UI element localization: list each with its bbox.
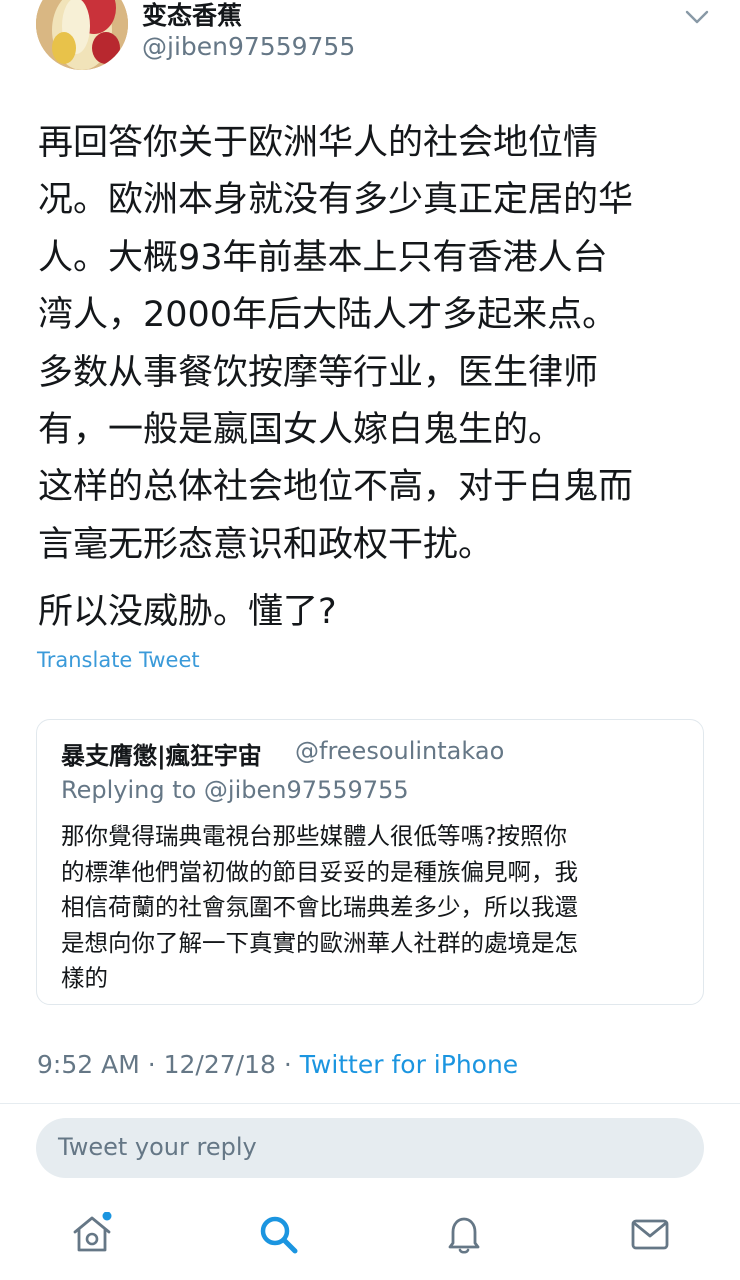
notifications-bell-icon[interactable] [442,1212,486,1256]
quoted-author-handle: @freesoulintakao [295,737,505,765]
tweet-body: 再回答你关于欧洲华人的社会地位情 况。欧洲本身就没有多少真正定居的华 人。大概9… [38,115,718,642]
tweet-line: 多数从事餐饮按摩等行业，医生律师 [38,352,599,393]
home-icon[interactable] [70,1212,114,1256]
tweet-source-link[interactable]: Twitter for iPhone [300,1050,518,1079]
meta-separator: · [275,1050,300,1079]
tweet-line: 言毫无形态意识和政权干扰。 [38,524,494,565]
banana-avatar-icon [36,0,128,70]
search-icon[interactable] [256,1212,300,1256]
reply-placeholder: Tweet your reply [58,1133,257,1161]
chevron-down-icon[interactable] [684,4,710,30]
divider [0,1103,740,1104]
tweet-date: 12/27/18 [163,1050,276,1079]
tweet-line: 湾人，2000年后大陆人才多起来点。 [38,295,618,336]
translate-tweet-link[interactable]: Translate Tweet [37,648,200,672]
quoted-line: 那你覺得瑞典電視台那些媒體人很低等嗎?按照你 [61,822,567,850]
notification-dot [102,1212,112,1221]
tweet-line: 有，一般是嬴国女人嫁白鬼生的。 [38,410,564,451]
quoted-tweet-card[interactable]: 暴支膺懲|瘋狂宇宙 @freesoulintakao Replying to @… [36,719,704,1005]
meta-separator: · [139,1050,164,1079]
tweet-line: 人。大概93年前基本上只有香港人台 [38,237,608,278]
reply-input[interactable]: Tweet your reply [36,1118,704,1178]
tweet-time: 9:52 AM [37,1050,140,1079]
bottom-tab-bar [0,1198,740,1280]
author-avatar[interactable] [36,0,128,70]
quoted-line: 相信荷蘭的社會氛圍不會比瑞典差多少，所以我還 [61,893,578,921]
tweet-line: 再回答你关于欧洲华人的社会地位情 [38,123,599,163]
author-handle[interactable]: @jiben97559755 [142,32,355,61]
messages-envelope-icon[interactable] [628,1212,672,1256]
tweet-closing: 所以没威胁。懂了? [38,592,337,633]
quoted-line: 的標準他們當初做的節目妥妥的是種族偏見啊，我 [61,857,578,886]
author-name[interactable]: 变态香蕉 [142,0,242,32]
tweet-line: 况。欧洲本身就没有多少真正定居的华 [38,180,634,221]
replying-to-label: Replying to @jiben97559755 [61,776,409,804]
tweet-paragraph: 再回答你关于欧洲华人的社会地位情 况。欧洲本身就没有多少真正定居的华 人。大概9… [38,115,718,574]
quoted-tweet-text: 那你覺得瑞典電視台那些媒體人很低等嗎?按照你 的標準他們當初做的節目妥妥的是種族… [61,819,681,997]
tweet-metadata: 9:52 AM · 12/27/18 · Twitter for iPhone [37,1050,518,1079]
tweet-line: 这样的总体社会地位不高，对于白鬼而 [38,467,634,508]
quoted-line: 是想向你了解一下真實的歐洲華人社群的處境是怎 [61,928,578,957]
quoted-line: 樣的 [61,964,108,992]
tweet-header: 变态香蕉 @jiben97559755 [0,0,740,90]
quoted-author-name: 暴支膺懲|瘋狂宇宙 [61,742,262,770]
